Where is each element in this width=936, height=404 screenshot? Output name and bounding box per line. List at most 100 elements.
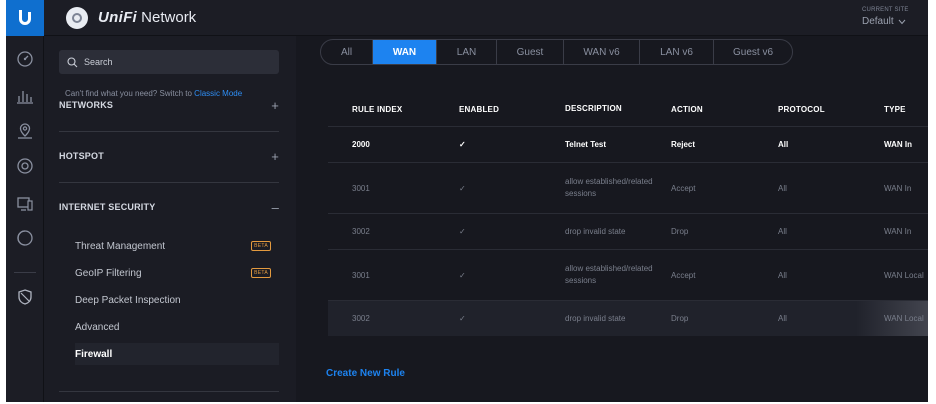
rule-type: WAN In bbox=[884, 183, 912, 193]
nav-divider bbox=[59, 182, 279, 183]
tab-all[interactable]: All bbox=[321, 40, 373, 64]
nav-section-hotspot[interactable]: HOTSPOT + bbox=[59, 148, 279, 164]
rule-index: 3001 bbox=[352, 270, 370, 280]
sidebar-item-label: Threat Management bbox=[75, 240, 166, 252]
ubiquiti-u-icon bbox=[19, 10, 31, 25]
column-header-description[interactable]: DESCRIPTION bbox=[565, 92, 655, 126]
tab-guest-v6[interactable]: Guest v6 bbox=[714, 40, 792, 64]
statistics-icon[interactable] bbox=[16, 87, 34, 105]
column-header-enabled[interactable]: ENABLED bbox=[459, 92, 499, 126]
rule-protocol: All bbox=[778, 183, 787, 193]
top-bar: UniFi Network CURRENT SITE Default bbox=[6, 0, 928, 36]
rule-index: 3001 bbox=[352, 183, 370, 193]
devices-icon[interactable] bbox=[16, 157, 34, 175]
nav-divider bbox=[59, 391, 279, 392]
sidebar-item-label: Deep Packet Inspection bbox=[75, 294, 181, 306]
icon-rail bbox=[6, 36, 44, 402]
rule-description: allow established/related sessions bbox=[565, 177, 653, 198]
table-header: RULE INDEX ENABLED DESCRIPTION ACTION PR… bbox=[328, 92, 928, 126]
create-new-rule-link[interactable]: Create New Rule bbox=[326, 368, 405, 379]
tab-wan-v6[interactable]: WAN v6 bbox=[564, 40, 640, 64]
app-product: Network bbox=[141, 9, 197, 26]
unifi-network-icon bbox=[66, 7, 88, 29]
column-header-rule-index[interactable]: RULE INDEX bbox=[352, 92, 402, 126]
tab-wan[interactable]: WAN bbox=[373, 40, 437, 64]
enabled-check-icon: ✓ bbox=[459, 227, 466, 236]
nav-section-internet-security[interactable]: INTERNET SECURITY – bbox=[59, 199, 279, 215]
map-icon[interactable] bbox=[16, 122, 34, 140]
expand-icon[interactable]: + bbox=[271, 98, 279, 113]
rule-action: Reject bbox=[671, 140, 696, 149]
rule-protocol: All bbox=[778, 227, 787, 236]
dashboard-icon[interactable] bbox=[16, 50, 34, 68]
rule-action: Drop bbox=[671, 227, 689, 236]
app-title: UniFi Network bbox=[98, 9, 196, 26]
collapse-icon[interactable]: – bbox=[272, 200, 279, 215]
nav-section-label: NETWORKS bbox=[59, 100, 114, 110]
column-header-action[interactable]: ACTION bbox=[671, 92, 703, 126]
rule-protocol: All bbox=[778, 314, 787, 323]
column-header-type[interactable]: TYPE bbox=[884, 92, 906, 126]
search-box[interactable] bbox=[59, 50, 279, 74]
insights-icon[interactable] bbox=[16, 229, 34, 247]
table-row[interactable]: 3002 ✓ drop invalid state Drop All WAN I… bbox=[328, 214, 928, 249]
rule-type: WAN Local bbox=[884, 270, 924, 280]
sidebar-item-deep-packet-inspection[interactable]: Deep Packet Inspection bbox=[75, 289, 279, 311]
tab-lan-v6[interactable]: LAN v6 bbox=[640, 40, 714, 64]
rule-index: 3002 bbox=[352, 314, 370, 323]
rule-type: WAN In bbox=[884, 140, 912, 149]
rule-description: Telnet Test bbox=[565, 139, 607, 149]
column-header-protocol[interactable]: PROTOCOL bbox=[778, 92, 825, 126]
rule-type-tabs: All WAN LAN Guest WAN v6 LAN v6 Guest v6 bbox=[320, 39, 793, 65]
sidebar-item-geoip-filtering[interactable]: GeoIP Filtering BETA bbox=[75, 262, 279, 284]
table-row-hovered[interactable]: 3002 ✓ drop invalid state Drop All WAN L… bbox=[328, 301, 928, 336]
nav-section-label: INTERNET SECURITY bbox=[59, 202, 156, 212]
rule-protocol: All bbox=[778, 140, 789, 149]
sidebar-item-label: Advanced bbox=[75, 321, 120, 333]
site-name: Default bbox=[862, 16, 894, 27]
chevron-down-icon bbox=[898, 19, 906, 24]
enabled-check-icon: ✓ bbox=[459, 314, 466, 323]
sidebar-item-label: Firewall bbox=[75, 348, 113, 360]
nav-divider bbox=[59, 131, 279, 132]
rule-action: Accept bbox=[671, 183, 696, 193]
clients-icon[interactable] bbox=[16, 195, 34, 213]
rule-description: allow established/related sessions bbox=[565, 264, 653, 285]
rule-type: WAN In bbox=[884, 227, 912, 236]
rule-action: Drop bbox=[671, 314, 689, 323]
table-row[interactable]: 2000 ✓ Telnet Test Reject All WAN In bbox=[328, 127, 928, 162]
beta-badge: BETA bbox=[251, 241, 271, 251]
rule-index: 3002 bbox=[352, 227, 370, 236]
beta-badge: BETA bbox=[251, 268, 271, 278]
rule-type: WAN Local bbox=[884, 314, 924, 323]
tab-lan[interactable]: LAN bbox=[437, 40, 497, 64]
enabled-check-icon: ✓ bbox=[459, 183, 466, 193]
ubiquiti-logo[interactable] bbox=[6, 0, 44, 36]
rule-protocol: All bbox=[778, 270, 787, 280]
expand-icon[interactable]: + bbox=[271, 149, 279, 164]
rule-description: drop invalid state bbox=[565, 226, 626, 236]
enabled-check-icon: ✓ bbox=[459, 140, 466, 149]
search-icon bbox=[67, 56, 78, 67]
settings-sidebar: Can't find what you need? Switch to Clas… bbox=[44, 36, 296, 402]
firewall-panel: All WAN LAN Guest WAN v6 LAN v6 Guest v6… bbox=[296, 36, 928, 402]
rule-index: 2000 bbox=[352, 140, 370, 149]
current-site-label: CURRENT SITE bbox=[862, 7, 909, 13]
table-row[interactable]: 3001 ✓ allow established/related session… bbox=[328, 250, 928, 300]
tab-guest[interactable]: Guest bbox=[497, 40, 564, 64]
nav-section-networks[interactable]: NETWORKS + bbox=[59, 97, 279, 113]
rule-description: drop invalid state bbox=[565, 313, 626, 323]
sidebar-item-advanced[interactable]: Advanced bbox=[75, 316, 279, 338]
nav-section-label: HOTSPOT bbox=[59, 151, 104, 161]
rule-action: Accept bbox=[671, 270, 696, 280]
rail-divider bbox=[14, 272, 36, 273]
sidebar-item-threat-management[interactable]: Threat Management BETA bbox=[75, 235, 279, 257]
table-row[interactable]: 3001 ✓ allow established/related session… bbox=[328, 163, 928, 213]
app-brand: UniFi bbox=[98, 9, 137, 26]
app-window: UniFi Network CURRENT SITE Default Searc… bbox=[6, 0, 928, 402]
site-selector[interactable]: Default bbox=[862, 16, 906, 27]
sidebar-item-firewall[interactable]: Firewall bbox=[75, 343, 279, 365]
settings-icon[interactable] bbox=[16, 288, 34, 306]
search-input[interactable] bbox=[84, 57, 264, 67]
enabled-check-icon: ✓ bbox=[459, 270, 466, 280]
